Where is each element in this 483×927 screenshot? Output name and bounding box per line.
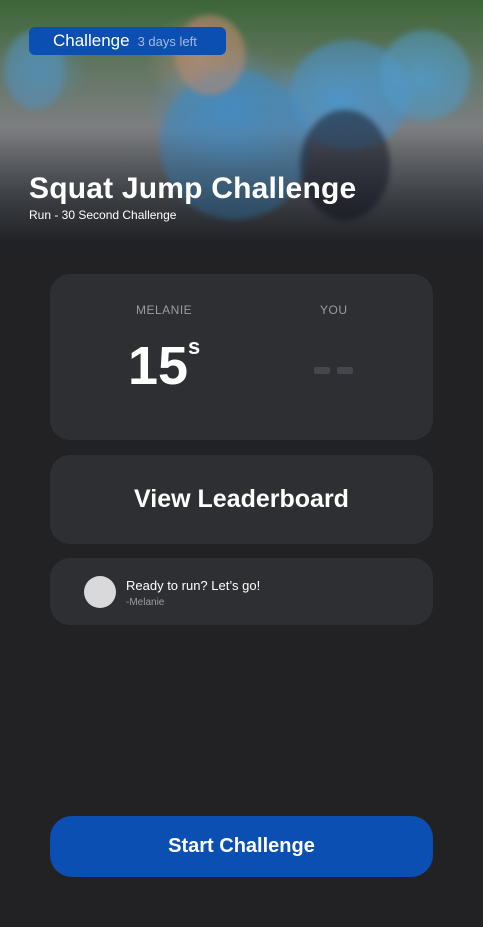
you-score-placeholder	[337, 367, 353, 374]
challenge-screen: Challenge 3 days left Squat Jump Challen…	[0, 0, 483, 927]
you-score-placeholder	[314, 367, 330, 374]
view-leaderboard-button[interactable]: View Leaderboard	[50, 455, 433, 544]
challenge-subtitle: Run - 30 Second Challenge	[29, 208, 177, 222]
avatar	[84, 576, 116, 608]
challenge-title: Squat Jump Challenge	[29, 172, 357, 205]
challenge-badge-label: Challenge	[53, 31, 130, 50]
message-card: Ready to run? Let’s go! -Melanie	[50, 558, 433, 625]
opponent-score: 15	[128, 336, 189, 396]
you-label: YOU	[320, 303, 348, 317]
start-challenge-button[interactable]: Start Challenge	[50, 816, 433, 877]
challenge-badge: Challenge 3 days left	[29, 27, 226, 55]
opponent-label: MELANIE	[136, 303, 193, 317]
view-leaderboard-label: View Leaderboard	[134, 485, 349, 513]
opponent-score-unit: s	[188, 334, 201, 359]
message-author: -Melanie	[126, 597, 165, 608]
hero-image: Challenge 3 days left Squat Jump Challen…	[0, 0, 483, 244]
days-left-text: 3 days left	[137, 33, 197, 49]
message-text: Ready to run? Let’s go!	[126, 578, 261, 593]
score-card: MELANIE YOU 15 s	[50, 274, 433, 440]
